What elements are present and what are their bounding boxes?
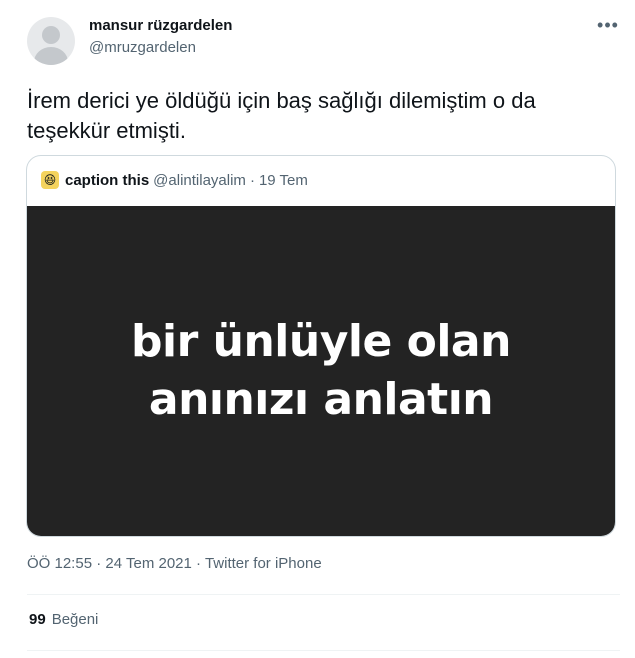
- avatar-head-shape: [42, 26, 60, 44]
- media-text-line-2: anınızı anlatın: [148, 374, 494, 425]
- separator-dot: ·: [96, 555, 102, 572]
- divider: [27, 594, 620, 595]
- avatar-body-shape: [34, 47, 68, 65]
- quoted-tweet[interactable]: 😆 caption this @alintilayalim · 19 Tem b…: [26, 155, 616, 537]
- quoted-author-name[interactable]: caption this: [65, 172, 149, 189]
- author-handle[interactable]: @mruzgardelen: [89, 39, 196, 56]
- tweet-time[interactable]: ÖÖ 12:55: [27, 555, 92, 572]
- quoted-tweet-header: 😆 caption this @alintilayalim · 19 Tem: [41, 170, 308, 190]
- media-text-line-1: bir ünlüyle olan: [131, 316, 511, 367]
- divider: [27, 650, 620, 651]
- quoted-author-handle[interactable]: @alintilayalim: [153, 172, 246, 189]
- quoted-date[interactable]: 19 Tem: [259, 172, 308, 189]
- author-name[interactable]: mansur rüzgardelen: [89, 17, 232, 34]
- more-options-icon[interactable]: •••: [596, 14, 620, 38]
- separator-dot: ·: [249, 171, 255, 189]
- tweet-text: İrem derici ye öldüğü için baş sağlığı d…: [27, 88, 536, 143]
- tweet-source[interactable]: Twitter for iPhone: [205, 555, 322, 572]
- likes-stat[interactable]: 99 Beğeni: [29, 611, 98, 628]
- quoted-avatar[interactable]: 😆: [41, 171, 59, 189]
- tweet-date[interactable]: 24 Tem 2021: [105, 555, 191, 572]
- likes-label: Beğeni: [51, 611, 99, 628]
- tweet: mansur rüzgardelen @mruzgardelen ••• İre…: [0, 0, 635, 658]
- quoted-media-image[interactable]: bir ünlüyle olan anınızı anlatın: [27, 206, 615, 536]
- avatar[interactable]: [27, 17, 75, 65]
- separator-dot: ·: [196, 555, 202, 572]
- likes-count: 99: [29, 611, 46, 628]
- tweet-meta: ÖÖ 12:55 · 24 Tem 2021 · Twitter for iPh…: [27, 555, 322, 572]
